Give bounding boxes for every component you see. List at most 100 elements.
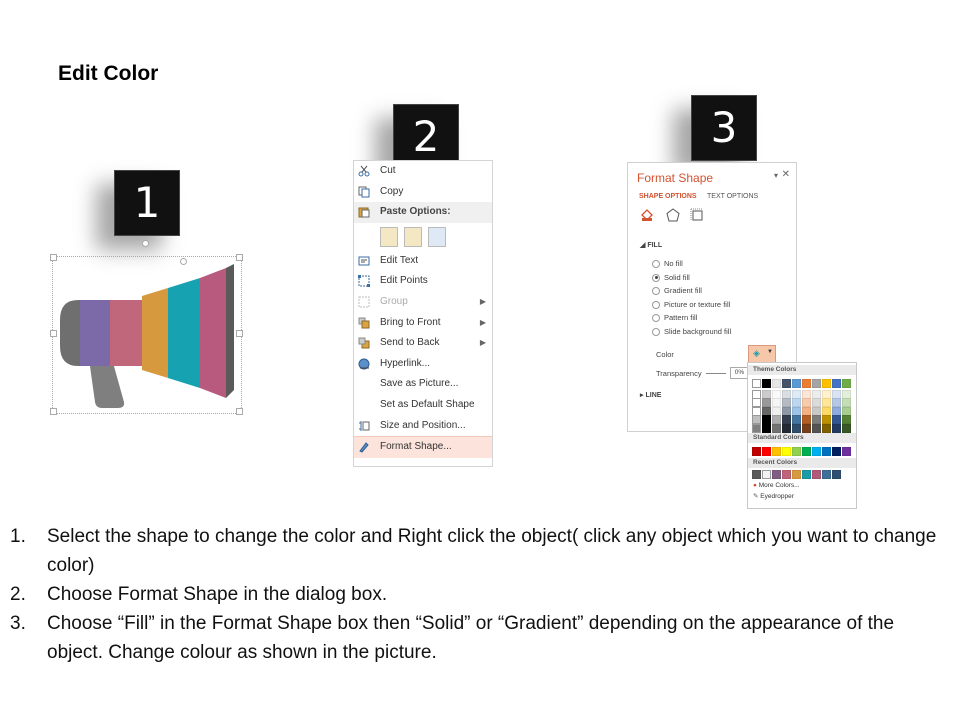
menu-item-bring-to-front[interactable]: Bring to Front ▶ <box>354 313 492 334</box>
size-properties-tab-icon[interactable] <box>690 208 704 222</box>
close-icon[interactable]: ✕ <box>782 169 790 180</box>
panel-title: Format Shape <box>637 171 714 185</box>
fill-line-tab-icon[interactable] <box>640 208 654 222</box>
eyedropper-item[interactable]: ✎ Eyedropper <box>748 491 856 502</box>
menu-item-hyperlink[interactable]: Hyperlink... <box>354 354 492 375</box>
standard-color-swatch[interactable] <box>772 447 781 456</box>
theme-color-swatch[interactable] <box>802 423 811 433</box>
submenu-arrow-icon: ▶ <box>479 338 486 348</box>
standard-color-swatch[interactable] <box>822 447 831 456</box>
step-number: 2. <box>10 584 26 605</box>
instruction-step: 1. Select the shape to change the color … <box>10 522 940 580</box>
menu-item-edit-points[interactable]: Edit Points <box>354 271 492 292</box>
paste-picture-icon[interactable] <box>428 226 446 247</box>
recent-color-swatch[interactable] <box>822 470 831 479</box>
more-colors-item[interactable]: ● More Colors... <box>748 480 856 491</box>
edit-points-icon <box>358 275 370 288</box>
theme-color-swatch[interactable] <box>802 379 811 388</box>
fill-section-toggle[interactable]: ◢ FILL <box>640 241 662 249</box>
standard-color-swatch[interactable] <box>842 447 851 456</box>
step-number: 3. <box>10 613 26 634</box>
menu-item-size-position[interactable]: Size and Position... <box>354 416 492 437</box>
menu-item-label: Bring to Front <box>380 316 441 328</box>
theme-color-swatch[interactable] <box>842 423 851 433</box>
theme-color-swatch[interactable] <box>782 423 791 433</box>
theme-color-swatch[interactable] <box>822 423 831 433</box>
tab-shape-options[interactable]: SHAPE OPTIONS <box>639 193 697 200</box>
effects-tab-icon[interactable] <box>666 208 680 222</box>
standard-colors-grid <box>748 443 856 458</box>
chevron-down-icon: ▼ <box>767 349 773 355</box>
menu-item-save-as-picture[interactable]: Save as Picture... <box>354 374 492 395</box>
tab-text-options[interactable]: TEXT OPTIONS <box>707 193 758 200</box>
menu-header-paste-options: Paste Options: <box>354 202 492 223</box>
standard-color-swatch[interactable] <box>832 447 841 456</box>
megaphone-graphic[interactable] <box>50 240 250 415</box>
step-text: Choose “Fill” in the Format Shape box th… <box>47 613 895 663</box>
menu-item-send-to-back[interactable]: Send to Back ▶ <box>354 333 492 354</box>
menu-item-cut[interactable]: Cut <box>354 161 492 182</box>
theme-color-swatch[interactable] <box>772 423 781 433</box>
paste-keep-formatting-icon[interactable] <box>380 226 398 247</box>
recent-color-swatch[interactable] <box>762 470 771 479</box>
menu-item-group: Group ▶ <box>354 292 492 313</box>
theme-color-swatch[interactable] <box>752 423 761 433</box>
radio-no-fill[interactable]: No fill <box>652 257 792 271</box>
standard-color-swatch[interactable] <box>782 447 791 456</box>
theme-color-swatch[interactable] <box>762 423 771 433</box>
paste-merge-formatting-icon[interactable] <box>404 226 422 247</box>
bring-to-front-icon <box>358 317 370 329</box>
recent-color-swatch[interactable] <box>802 470 811 479</box>
standard-color-swatch[interactable] <box>752 447 761 456</box>
theme-color-swatch[interactable] <box>812 379 821 388</box>
theme-color-swatch[interactable] <box>832 423 841 433</box>
theme-color-swatch[interactable] <box>752 379 761 388</box>
standard-color-swatch[interactable] <box>812 447 821 456</box>
line-section-toggle[interactable]: ▸ LINE <box>640 391 661 399</box>
menu-item-format-shape[interactable]: Format Shape... <box>354 436 492 458</box>
paste-icon <box>358 207 370 218</box>
theme-color-swatch[interactable] <box>782 379 791 388</box>
recent-color-swatch[interactable] <box>812 470 821 479</box>
submenu-arrow-icon: ▶ <box>479 296 486 306</box>
theme-color-swatch[interactable] <box>822 379 831 388</box>
standard-color-swatch[interactable] <box>802 447 811 456</box>
line-section-label: LINE <box>645 392 662 399</box>
recent-color-swatch[interactable] <box>772 470 781 479</box>
panel-options-chevron-icon[interactable]: ▾ <box>774 171 778 180</box>
theme-color-swatch[interactable] <box>832 379 841 388</box>
radio-solid-fill[interactable]: Solid fill <box>652 271 792 285</box>
hyperlink-icon <box>358 358 370 370</box>
edit-text-icon <box>358 256 370 266</box>
menu-item-label: Send to Back <box>380 337 440 349</box>
megaphone-icon <box>60 264 234 408</box>
theme-color-swatch[interactable] <box>792 423 801 433</box>
recent-color-swatch[interactable] <box>792 470 801 479</box>
step-text: Select the shape to change the color and… <box>47 526 937 576</box>
recent-color-swatch[interactable] <box>752 470 761 479</box>
size-position-icon <box>359 420 370 431</box>
recent-color-swatch[interactable] <box>782 470 791 479</box>
theme-color-swatch[interactable] <box>842 379 851 388</box>
radio-gradient-fill[interactable]: Gradient fill <box>652 284 792 298</box>
radio-picture-fill[interactable]: Picture or texture fill <box>652 298 792 312</box>
color-label: Color <box>656 350 674 359</box>
theme-color-swatch[interactable] <box>772 379 781 388</box>
radio-pattern-fill[interactable]: Pattern fill <box>652 311 792 325</box>
theme-color-swatch[interactable] <box>762 379 771 388</box>
theme-color-swatch[interactable] <box>792 379 801 388</box>
instruction-step: 3. Choose “Fill” in the Format Shape box… <box>10 609 940 667</box>
standard-color-swatch[interactable] <box>762 447 771 456</box>
megaphone-back <box>60 300 82 366</box>
radio-slide-background-fill[interactable]: Slide background fill <box>652 325 792 339</box>
menu-item-edit-text[interactable]: Edit Text <box>354 251 492 272</box>
theme-color-swatch[interactable] <box>812 423 821 433</box>
standard-color-swatch[interactable] <box>792 447 801 456</box>
color-picker-dropdown: Theme Colors Standard Colors Recent Colo… <box>747 362 857 509</box>
menu-item-set-default-shape[interactable]: Set as Default Shape <box>354 395 492 416</box>
color-dropdown-button[interactable]: ◈ ▼ <box>748 345 776 363</box>
menu-item-label: Group <box>380 295 408 307</box>
recent-color-swatch[interactable] <box>832 470 841 479</box>
transparency-slider[interactable] <box>706 373 726 374</box>
menu-item-copy[interactable]: Copy <box>354 182 492 203</box>
